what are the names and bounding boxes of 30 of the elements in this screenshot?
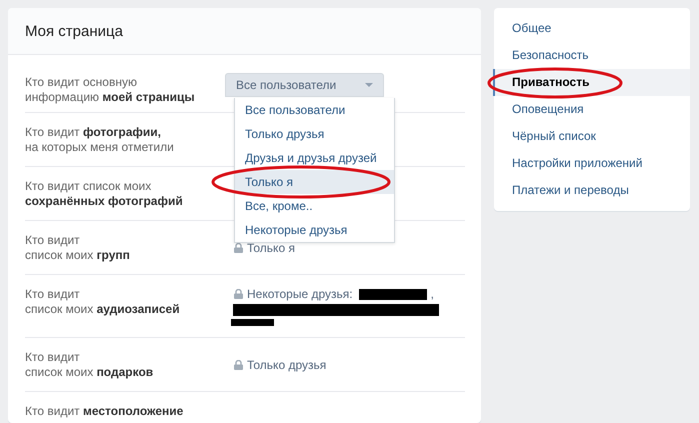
dropdown-option[interactable]: Некоторые друзья (235, 218, 394, 242)
lock-icon (234, 243, 243, 253)
menu-item[interactable]: Оповещения (493, 96, 690, 123)
lock-icon (234, 289, 243, 299)
setting-label: Кто видит список моих аудиозаписей (25, 287, 181, 318)
setting-label: Кто видит фотографии, на которых меня отметили (25, 125, 175, 155)
dropdown-option[interactable]: Все, кроме.. (235, 194, 394, 218)
privacy-value[interactable]: Только я (247, 241, 295, 255)
caret-icon (365, 83, 373, 87)
setting-label: Кто видит список моих сохранённых фотографий (25, 179, 184, 209)
card-title: Моя страница (8, 8, 481, 55)
menu-item[interactable]: Безопасность (493, 42, 690, 69)
setting-label: Кто видит список моих групп (25, 233, 131, 263)
setting-label: Кто видит местоположение (25, 404, 184, 419)
dropdown-option[interactable]: Друзья и друзья друзей (235, 146, 394, 170)
menu-item[interactable]: Платежи и переводы (493, 177, 690, 204)
dropdown-option[interactable]: Только друзья (235, 122, 394, 146)
menu-item[interactable]: Общее (493, 15, 690, 42)
setting-label: Кто видит список моих подарков (25, 350, 154, 380)
redaction-bar (231, 319, 274, 326)
privacy-select[interactable]: Все пользователи (225, 73, 384, 97)
dropdown-option[interactable]: Только я (235, 170, 394, 194)
privacy-value[interactable]: Некоторые друзья: (247, 287, 353, 301)
menu-item[interactable]: Чёрный список (493, 123, 690, 150)
menu-item[interactable]: Настройки приложений (493, 150, 690, 177)
comma: , (430, 287, 434, 301)
dropdown-option[interactable]: Все пользователи (235, 98, 394, 122)
privacy-value[interactable]: Только друзья (247, 358, 326, 372)
lock-icon (234, 360, 243, 370)
setting-label: Кто видит основную информацию моей страницы (25, 75, 196, 105)
